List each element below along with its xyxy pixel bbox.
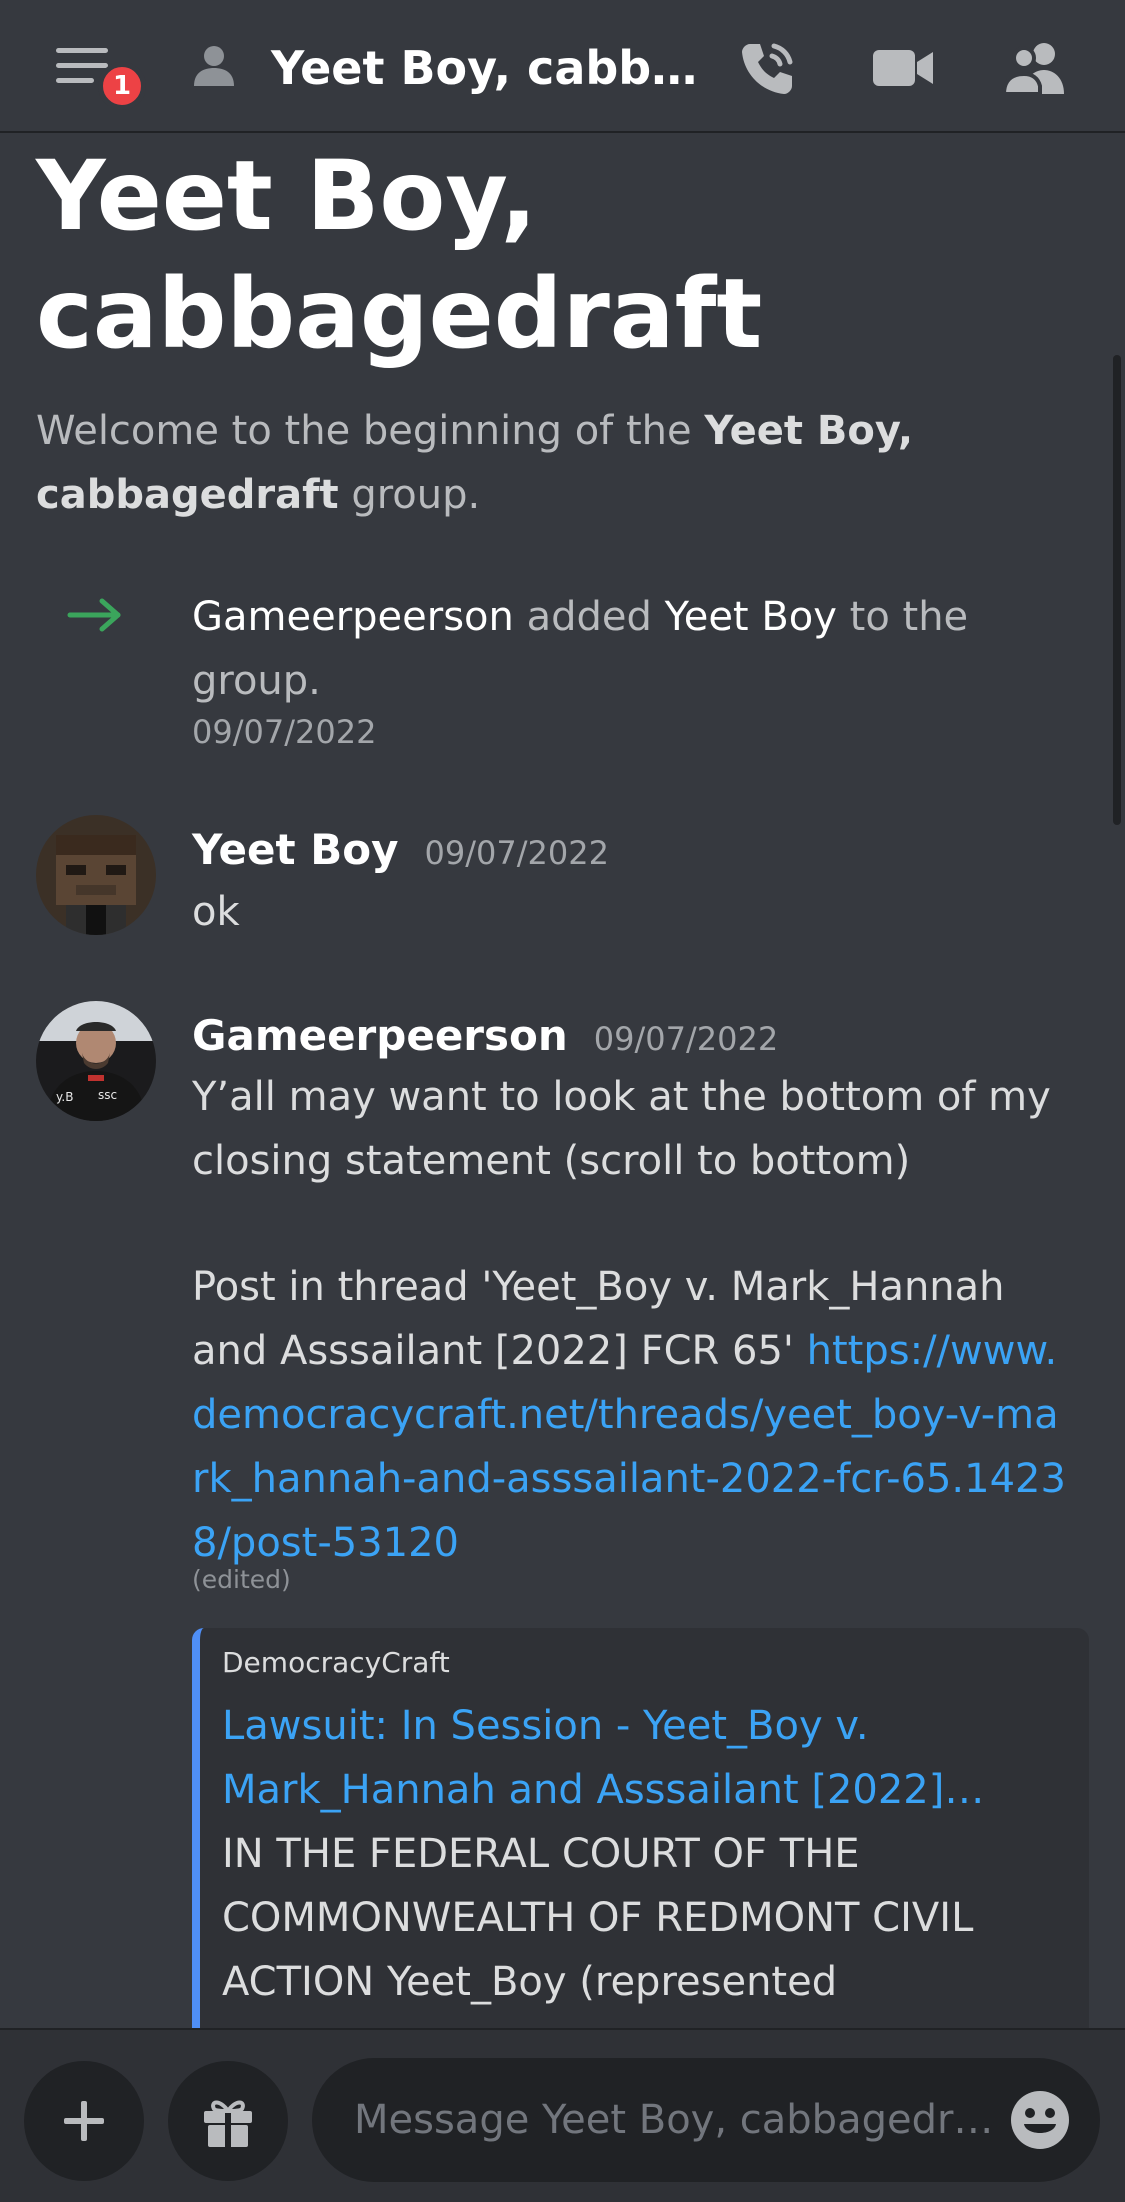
scrollbar[interactable] [1113, 355, 1121, 825]
notification-badge: 1 [98, 62, 146, 110]
channel-welcome-text: Welcome to the beginning of the Yeet Boy… [36, 399, 1036, 527]
message-timestamp: 09/07/2022 [593, 1020, 779, 1058]
welcome-suffix: group. [338, 472, 481, 518]
edited-marker: (edited) [192, 1565, 291, 1594]
message-author[interactable]: Yeet Boy [192, 825, 398, 874]
system-timestamp: 09/07/2022 [192, 713, 377, 751]
add-attachment-button[interactable] [24, 2061, 144, 2181]
link-embed[interactable]: DemocracyCraft Lawsuit: In Session - Yee… [192, 1628, 1089, 2028]
svg-text:ssc: ssc [98, 1088, 117, 1102]
message-header: Gameerpeerson 09/07/2022 [192, 1011, 778, 1060]
message-text-with-link[interactable]: Post in thread 'Yeet_Boy v. Mark_Hannah … [192, 1255, 1072, 1575]
plus-icon [64, 2101, 104, 2141]
embed-title[interactable]: Lawsuit: In Session - Yeet_Boy v. Mark_H… [222, 1694, 1022, 1822]
embed-description: IN THE FEDERAL COURT OF THE COMMONWEALTH… [222, 1831, 974, 2005]
system-message: Gameerpeerson added Yeet Boy to the grou… [192, 585, 1052, 713]
message-text[interactable]: ok [192, 880, 1072, 944]
system-actor[interactable]: Gameerpeerson [192, 594, 514, 640]
channel-intro-title: Yeet Boy, cabbagedraft [36, 140, 763, 370]
gift-button[interactable] [168, 2061, 288, 2181]
avatar[interactable] [36, 815, 156, 935]
channel-header: 1 Yeet Boy, cabb… [0, 0, 1125, 133]
message-timestamp: 09/07/2022 [424, 834, 609, 872]
message-input-container[interactable] [312, 2058, 1100, 2182]
arrow-right-icon [66, 595, 126, 635]
system-target[interactable]: Yeet Boy [665, 594, 837, 640]
message-composer [0, 2028, 1125, 2202]
header-title[interactable]: Yeet Boy, cabb… [271, 36, 697, 100]
message-header: Yeet Boy 09/07/2022 [192, 825, 609, 874]
emoji-icon[interactable] [1008, 2088, 1072, 2152]
message-author[interactable]: Gameerpeerson [192, 1011, 568, 1060]
message-input[interactable] [354, 2058, 994, 2182]
svg-text:y.B: y.B [56, 1090, 73, 1104]
dm-person-icon [192, 44, 244, 88]
message-list[interactable]: Yeet Boy, cabbagedraft Welcome to the be… [0, 135, 1125, 2028]
avatar[interactable]: y.B ssc [36, 1001, 156, 1121]
gift-icon [204, 2100, 252, 2147]
video-call-icon[interactable] [868, 36, 938, 100]
members-icon[interactable] [1000, 36, 1070, 100]
message-text[interactable]: Y’all may want to look at the bottom of … [192, 1065, 1072, 1193]
welcome-prefix: Welcome to the beginning of the [36, 408, 705, 454]
voice-call-icon[interactable] [733, 36, 803, 100]
embed-provider[interactable]: DemocracyCraft [222, 1646, 450, 1679]
system-action: added [513, 594, 665, 640]
